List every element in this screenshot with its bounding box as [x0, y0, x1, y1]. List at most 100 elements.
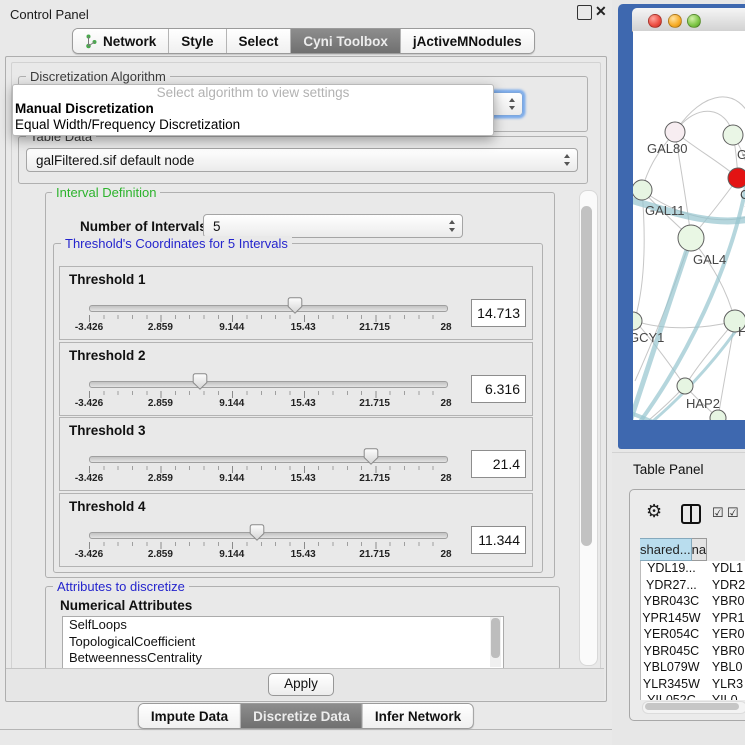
network-node-label: GA	[737, 147, 745, 162]
table-cell: YPR1	[702, 611, 745, 628]
network-node[interactable]	[728, 168, 745, 188]
network-node[interactable]	[710, 410, 726, 420]
bottom-tab[interactable]: Infer Network	[363, 704, 473, 728]
network-node[interactable]	[723, 125, 743, 145]
slider-thumb[interactable]	[192, 373, 207, 390]
window-minimize-button[interactable]	[668, 14, 682, 28]
network-node-label: H	[738, 324, 745, 339]
bottom-tab[interactable]: Discretize Data	[241, 704, 363, 728]
number-of-intervals-combo[interactable]: 5	[203, 214, 463, 238]
threshold-label: Threshold 4	[69, 499, 146, 514]
table-column-header[interactable]: shared...	[640, 538, 692, 561]
threshold-row: Threshold 3 -3.4262.8599.14415.4321.7152…	[59, 417, 533, 491]
bottom-tab[interactable]: Impute Data	[139, 704, 241, 728]
control-panel: Control Panel ✕ Network Style Select Cyn…	[0, 0, 612, 745]
table-row[interactable]: YBR043C YBR0	[641, 594, 745, 611]
attribute-list-item[interactable]: TopologicalCoefficient	[63, 634, 503, 651]
table-data-combo[interactable]: galFiltered.sif default node	[26, 148, 578, 172]
threshold-value-field[interactable]: 14.713	[471, 299, 526, 327]
slider-scale-label: 28	[440, 473, 451, 484]
control-panel-title: Control Panel	[10, 7, 89, 22]
tab-label: jActiveMNodules	[413, 34, 522, 49]
network-node[interactable]	[633, 180, 652, 200]
slider-scale-label: -3.426	[75, 473, 103, 484]
network-svg[interactable]: GAL80GACGAL11GAL4GCY1HHAP2	[633, 31, 745, 420]
threshold-value-field[interactable]: 6.316	[471, 375, 526, 403]
attributes-scrollbar-thumb[interactable]	[491, 618, 500, 658]
stepper-arrows-icon	[564, 154, 571, 166]
slider-scale: -3.4262.8599.14415.4321.71528	[89, 398, 446, 410]
slider-scale-label: 15.43	[291, 398, 316, 409]
popup-item[interactable]: Manual Discretization	[13, 101, 493, 117]
network-node[interactable]	[678, 225, 704, 251]
popup-placeholder-item[interactable]: Select algorithm to view settings	[13, 85, 493, 101]
table-cell: YLR345W	[641, 677, 702, 694]
top-tab[interactable]: Style	[169, 29, 226, 53]
threshold-slider[interactable]	[89, 381, 448, 388]
network-window-titlebar[interactable]	[632, 8, 745, 32]
panel-scrollbar-thumb[interactable]	[581, 206, 592, 546]
network-node-label: C	[740, 187, 745, 202]
table-h-scrollbar-thumb[interactable]	[645, 703, 739, 710]
close-icon[interactable]: ✕	[595, 3, 607, 20]
table-body: YDL19... YDL1 YDR27... YDR2 YBR043C YBR0…	[640, 561, 745, 700]
threshold-label: Threshold 3	[69, 423, 146, 438]
table-row[interactable]: YBL079W YBL0	[641, 660, 745, 677]
top-tab[interactable]: Select	[227, 29, 292, 53]
slider-scale-label: 2.859	[148, 473, 173, 484]
network-node[interactable]	[677, 378, 693, 394]
checkbox-icon[interactable]: ☑	[727, 505, 739, 521]
threshold-value-field[interactable]: 21.4	[471, 450, 526, 478]
table-cell: YIL0	[702, 693, 745, 700]
split-view-icon[interactable]	[681, 504, 701, 524]
table-row[interactable]: YBR045C YBR0	[641, 644, 745, 661]
top-tab[interactable]: jActiveMNodules	[401, 29, 534, 53]
network-canvas[interactable]: GAL80GACGAL11GAL4GCY1HHAP2	[633, 31, 745, 420]
table-row[interactable]: YDR27... YDR2	[641, 578, 745, 595]
table-row[interactable]: YDL19... YDL1	[641, 561, 745, 578]
threshold-slider[interactable]	[89, 532, 448, 539]
table-cell: YBR0	[702, 594, 745, 611]
panel-bottom-border	[0, 729, 612, 730]
top-tab[interactable]: Network	[73, 29, 169, 53]
apply-button[interactable]: Apply	[268, 673, 334, 696]
network-edge	[635, 190, 644, 319]
threshold-value-field[interactable]: 11.344	[471, 526, 526, 554]
window-close-button[interactable]	[648, 14, 662, 28]
window-zoom-button[interactable]	[687, 14, 701, 28]
attribute-list-item[interactable]: BetweennessCentrality	[63, 650, 503, 667]
slider-scale-label: 21.715	[359, 549, 390, 560]
tab-label: Style	[181, 34, 213, 49]
table-cell: YDR27...	[641, 578, 702, 595]
threshold-row: Threshold 2 -3.4262.8599.14415.4321.7152…	[59, 342, 533, 416]
network-node-label: GCY1	[633, 330, 664, 345]
slider-scale-label: 21.715	[359, 398, 390, 409]
threshold-slider[interactable]	[89, 305, 448, 312]
float-window-icon[interactable]	[577, 5, 592, 20]
threshold-label: Threshold 1	[69, 272, 146, 287]
gear-icon[interactable]: ⚙	[646, 501, 662, 522]
slider-thumb[interactable]	[249, 524, 264, 541]
slider-thumb[interactable]	[364, 448, 379, 465]
attribute-list-item[interactable]: SelfLoops	[63, 617, 503, 634]
slider-scale-label: 9.144	[219, 549, 244, 560]
slider-scale-label: 21.715	[359, 322, 390, 333]
table-row[interactable]: YIL052C YIL0	[641, 693, 745, 700]
slider-scale-label: 28	[440, 398, 451, 409]
table-cell: YIL052C	[641, 693, 702, 700]
table-row[interactable]: YPR145W YPR1	[641, 611, 745, 628]
table-cell: YDL19...	[641, 561, 702, 578]
network-node[interactable]	[665, 122, 685, 142]
popup-item[interactable]: Equal Width/Frequency Discretization	[13, 117, 493, 133]
table-column-header[interactable]: na	[692, 538, 707, 561]
slider-scale-label: 15.43	[291, 322, 316, 333]
tab-label: Discretize Data	[253, 709, 350, 724]
top-tab[interactable]: Cyni Toolbox	[291, 29, 401, 53]
table-cell: YDL1	[702, 561, 745, 578]
slider-scale-label: 9.144	[219, 473, 244, 484]
table-row[interactable]: YLR345W YLR3	[641, 677, 745, 694]
table-row[interactable]: YER054C YER0	[641, 627, 745, 644]
checkbox-icon[interactable]: ☑	[712, 505, 724, 521]
threshold-slider[interactable]	[89, 456, 448, 463]
slider-thumb[interactable]	[287, 297, 302, 314]
